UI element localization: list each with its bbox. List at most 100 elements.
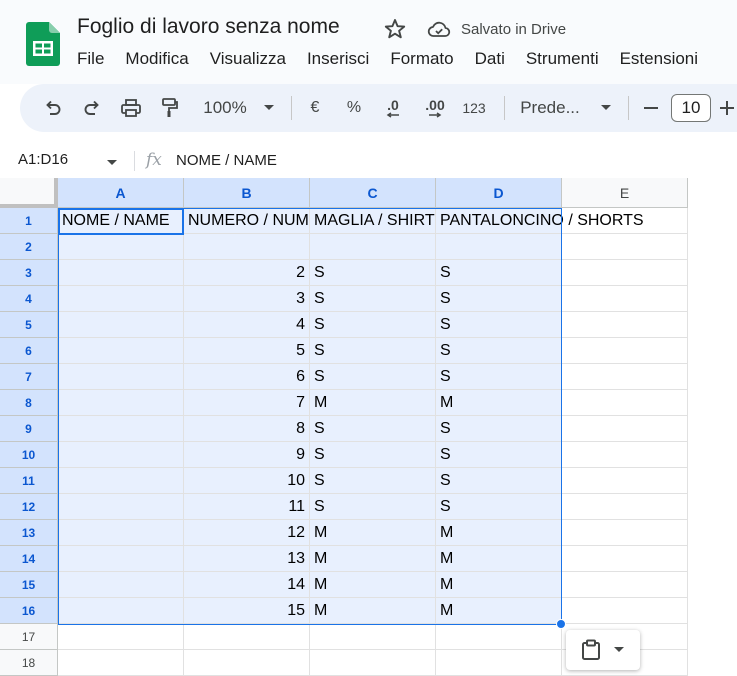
cell-c4[interactable]: S xyxy=(310,286,436,312)
cell-b15[interactable]: 14 xyxy=(184,572,310,598)
cell-d12[interactable]: S xyxy=(436,494,562,520)
column-header-e[interactable]: E xyxy=(562,178,688,208)
number-format-button[interactable]: 123 xyxy=(458,84,490,132)
cell-b13[interactable]: 12 xyxy=(184,520,310,546)
cell-d15[interactable]: M xyxy=(436,572,562,598)
cell-b18[interactable] xyxy=(184,650,310,676)
row-header-14[interactable]: 14 xyxy=(0,546,58,572)
cell-b14[interactable]: 13 xyxy=(184,546,310,572)
column-header-b[interactable]: B xyxy=(184,178,310,208)
cell-a2[interactable] xyxy=(58,234,184,260)
cell-d7[interactable]: S xyxy=(436,364,562,390)
cell-d4[interactable]: S xyxy=(436,286,562,312)
cell-a17[interactable] xyxy=(58,624,184,650)
cell-c11[interactable]: S xyxy=(310,468,436,494)
fill-handle[interactable] xyxy=(556,619,566,629)
cell-a7[interactable] xyxy=(58,364,184,390)
cell-b6[interactable]: 5 xyxy=(184,338,310,364)
cell-b10[interactable]: 9 xyxy=(184,442,310,468)
cell-b3[interactable]: 2 xyxy=(184,260,310,286)
menu-inserisci[interactable]: Inserisci xyxy=(296,48,379,72)
cell-d1[interactable]: PANTALONCINO / SHORTS xyxy=(436,208,644,234)
menu-visualizza[interactable]: Visualizza xyxy=(199,48,296,72)
cell-b12[interactable]: 11 xyxy=(184,494,310,520)
spreadsheet-grid[interactable]: A B C D E 1 2 3 4 5 6 7 8 9 10 11 12 13 14 15 16 17 18 NOME / N… xyxy=(0,178,737,676)
cell-a14[interactable] xyxy=(58,546,184,572)
menu-strumenti[interactable]: Strumenti xyxy=(515,48,609,72)
row-header-5[interactable]: 5 xyxy=(0,312,58,338)
cell-e1[interactable] xyxy=(562,208,688,234)
cell-e8[interactable] xyxy=(562,390,688,416)
cell-d11[interactable]: S xyxy=(436,468,562,494)
cell-a3[interactable] xyxy=(58,260,184,286)
row-header-6[interactable]: 6 xyxy=(0,338,58,364)
row-header-7[interactable]: 7 xyxy=(0,364,58,390)
increase-decimals-button[interactable]: .00 xyxy=(418,84,452,132)
save-status[interactable]: Salvato in Drive xyxy=(461,21,566,38)
row-header-18[interactable]: 18 xyxy=(0,650,58,676)
name-box[interactable]: A1:D16 xyxy=(18,151,68,168)
cell-a16[interactable] xyxy=(58,598,184,624)
row-header-9[interactable]: 9 xyxy=(0,416,58,442)
cell-e7[interactable] xyxy=(562,364,688,390)
row-header-16[interactable]: 16 xyxy=(0,598,58,624)
cell-a1[interactable]: NOME / NAME xyxy=(58,208,184,234)
cell-e4[interactable] xyxy=(562,286,688,312)
cell-c14[interactable]: M xyxy=(310,546,436,572)
cell-e14[interactable] xyxy=(562,546,688,572)
menu-estensioni[interactable]: Estensioni xyxy=(609,48,708,72)
column-header-c[interactable]: C xyxy=(310,178,436,208)
cell-e9[interactable] xyxy=(562,416,688,442)
cell-c16[interactable]: M xyxy=(310,598,436,624)
cell-d6[interactable]: S xyxy=(436,338,562,364)
decrease-font-size-button[interactable] xyxy=(638,84,664,132)
row-header-12[interactable]: 12 xyxy=(0,494,58,520)
decrease-decimals-button[interactable]: .0 xyxy=(378,84,408,132)
cell-d3[interactable]: S xyxy=(436,260,562,286)
row-header-10[interactable]: 10 xyxy=(0,442,58,468)
cell-a11[interactable] xyxy=(58,468,184,494)
google-sheets-logo-icon[interactable] xyxy=(26,22,60,66)
cell-e12[interactable] xyxy=(562,494,688,520)
menu-modifica[interactable]: Modifica xyxy=(114,48,198,72)
row-header-17[interactable]: 17 xyxy=(0,624,58,650)
cell-a6[interactable] xyxy=(58,338,184,364)
paint-format-icon[interactable] xyxy=(155,84,185,132)
cell-d10[interactable]: S xyxy=(436,442,562,468)
row-header-1[interactable]: 1 xyxy=(0,208,58,234)
cell-d2[interactable] xyxy=(436,234,562,260)
formula-input[interactable]: NOME / NAME xyxy=(176,152,277,169)
cell-e6[interactable] xyxy=(562,338,688,364)
cell-b2[interactable] xyxy=(184,234,310,260)
cell-a12[interactable] xyxy=(58,494,184,520)
cell-e10[interactable] xyxy=(562,442,688,468)
select-all-corner[interactable] xyxy=(0,178,58,208)
menu-dati[interactable]: Dati xyxy=(464,48,515,72)
cell-c17[interactable] xyxy=(310,624,436,650)
cell-b8[interactable]: 7 xyxy=(184,390,310,416)
cell-a8[interactable] xyxy=(58,390,184,416)
cell-c15[interactable]: M xyxy=(310,572,436,598)
star-icon[interactable] xyxy=(383,17,407,41)
row-header-3[interactable]: 3 xyxy=(0,260,58,286)
cell-c10[interactable]: S xyxy=(310,442,436,468)
cell-a13[interactable] xyxy=(58,520,184,546)
font-size-input[interactable]: 10 xyxy=(671,94,711,122)
cell-c6[interactable]: S xyxy=(310,338,436,364)
cell-b11[interactable]: 10 xyxy=(184,468,310,494)
cell-c7[interactable]: S xyxy=(310,364,436,390)
cell-c2[interactable] xyxy=(310,234,436,260)
cell-e5[interactable] xyxy=(562,312,688,338)
row-header-15[interactable]: 15 xyxy=(0,572,58,598)
row-header-13[interactable]: 13 xyxy=(0,520,58,546)
cell-d16[interactable]: M xyxy=(436,598,562,624)
cell-d5[interactable]: S xyxy=(436,312,562,338)
row-header-4[interactable]: 4 xyxy=(0,286,58,312)
cell-c1[interactable]: MAGLIA / SHIRT xyxy=(310,208,436,234)
font-select[interactable]: Prede... xyxy=(514,84,586,132)
zoom-select[interactable]: 100% xyxy=(195,84,255,132)
cell-a10[interactable] xyxy=(58,442,184,468)
cell-d9[interactable]: S xyxy=(436,416,562,442)
cell-c13[interactable]: M xyxy=(310,520,436,546)
cell-d8[interactable]: M xyxy=(436,390,562,416)
